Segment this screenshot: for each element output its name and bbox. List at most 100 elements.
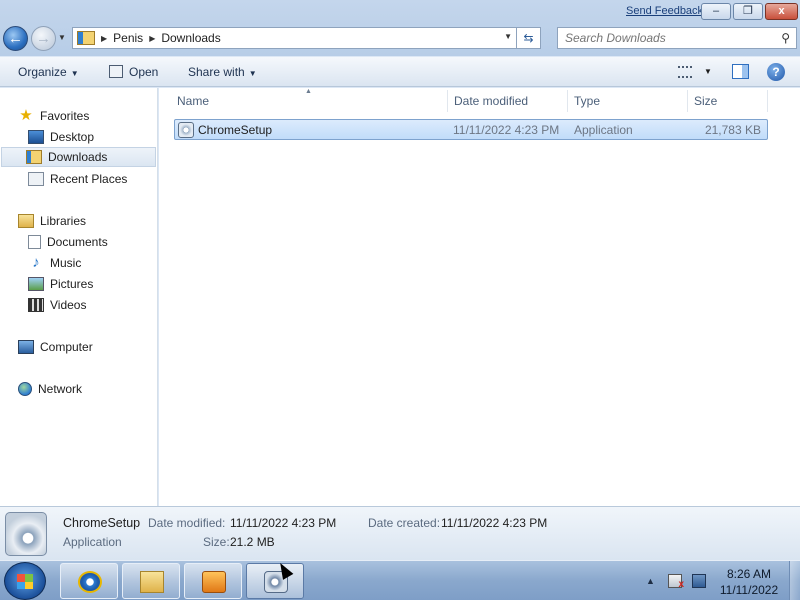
send-feedback-link[interactable]: Send Feedback — [626, 5, 703, 17]
share-with-button[interactable]: Share with ▼ — [188, 65, 257, 79]
column-divider[interactable] — [567, 90, 568, 112]
change-view-icon[interactable] — [678, 66, 692, 78]
open-label: Open — [129, 65, 159, 79]
sort-ascending-icon: ▲ — [305, 88, 312, 95]
back-arrow-icon: ← — [8, 30, 23, 47]
clock[interactable]: 8:26 AM 11/11/2022 — [716, 566, 782, 598]
organize-button[interactable]: Organize ▼ — [18, 65, 79, 79]
taskbar-internet-explorer[interactable] — [60, 563, 118, 599]
share-with-label: Share with — [188, 65, 245, 79]
nav-pictures-label: Pictures — [50, 277, 94, 291]
clock-date: 11/11/2022 — [719, 583, 779, 597]
breadcrumb-downloads[interactable]: Downloads — [161, 31, 220, 45]
libraries-icon — [18, 214, 34, 228]
file-name: ChromeSetup — [198, 123, 273, 137]
nav-music[interactable]: ♪ Music — [28, 253, 81, 273]
windows-explorer-icon — [140, 571, 164, 593]
refresh-button[interactable]: ⇆ — [516, 27, 541, 49]
chevron-down-icon: ▼ — [70, 69, 79, 78]
column-divider[interactable] — [767, 90, 768, 112]
internet-explorer-icon — [78, 571, 102, 593]
breadcrumb-penis[interactable]: Penis — [113, 31, 143, 45]
desktop-icon — [28, 130, 44, 144]
start-button[interactable] — [4, 562, 46, 600]
show-hidden-icons-icon[interactable]: ▲ — [646, 576, 655, 586]
address-bar[interactable]: ▶ Penis ▶ Downloads ▼ — [72, 27, 517, 49]
taskbar: ▲ 8:26 AM 11/11/2022 — [0, 560, 800, 600]
details-date-modified-value: 11/11/2022 4:23 PM — [230, 516, 337, 530]
back-button[interactable]: ← — [3, 26, 28, 51]
nav-desktop-label: Desktop — [50, 130, 95, 144]
windows-logo-lower-icon — [17, 582, 33, 589]
file-size: 21,783 KB — [704, 123, 761, 137]
media-player-icon — [202, 571, 226, 593]
details-file-name: ChromeSetup — [63, 516, 141, 530]
maximize-button[interactable]: ❐ — [733, 3, 763, 20]
nav-downloads[interactable]: Downloads — [1, 147, 156, 167]
open-icon — [109, 65, 123, 78]
organize-label: Organize — [18, 65, 67, 79]
view-dropdown-icon[interactable]: ▼ — [704, 67, 712, 76]
nav-network-label: Network — [38, 382, 83, 396]
refresh-icon: ⇆ — [523, 31, 534, 45]
file-list-pane: ▲ Name Date modified Type Size ChromeSet… — [159, 88, 800, 506]
recent-places-icon — [28, 172, 44, 186]
nav-music-label: Music — [50, 256, 82, 270]
column-header-type[interactable]: Type — [574, 94, 600, 108]
details-date-created-label: Date created: — [368, 516, 441, 530]
details-date-created-value: 11/11/2022 4:23 PM — [441, 516, 548, 530]
star-icon: ★ — [19, 107, 33, 124]
nav-recent-places[interactable]: Recent Places — [28, 169, 127, 189]
breadcrumb-separator-icon[interactable]: ▶ — [149, 34, 155, 43]
breadcrumb-separator-icon[interactable]: ▶ — [101, 34, 107, 43]
details-size-value: 21.2 MB — [230, 535, 275, 549]
minimize-button[interactable]: – — [701, 3, 731, 20]
taskbar-windows-explorer[interactable] — [122, 563, 180, 599]
search-box[interactable]: ⚲ — [557, 27, 797, 49]
column-header-size[interactable]: Size — [694, 94, 717, 108]
taskbar-chromesetup[interactable] — [246, 563, 304, 599]
close-button[interactable]: x — [765, 3, 798, 20]
file-row-chromesetup[interactable]: ChromeSetup 11/11/2022 4:23 PM Applicati… — [174, 119, 768, 140]
nav-desktop[interactable]: Desktop — [28, 127, 94, 147]
details-file-type: Application — [63, 535, 122, 549]
application-large-icon — [5, 512, 47, 556]
nav-libraries[interactable]: Libraries — [18, 211, 86, 231]
nav-network[interactable]: Network — [18, 379, 82, 399]
column-header-date-modified[interactable]: Date modified — [454, 94, 528, 108]
nav-documents-label: Documents — [47, 235, 108, 249]
music-icon: ♪ — [32, 254, 40, 271]
network-tray-icon[interactable] — [692, 574, 706, 588]
search-icon[interactable]: ⚲ — [781, 31, 790, 45]
recent-pages-dropdown-icon[interactable]: ▼ — [58, 33, 66, 42]
command-bar: Organize ▼ Open Share with ▼ ▼ ? — [0, 57, 800, 87]
nav-documents[interactable]: Documents — [28, 232, 108, 252]
help-icon[interactable]: ? — [767, 63, 785, 81]
column-divider[interactable] — [687, 90, 688, 112]
folder-icon — [77, 31, 95, 45]
nav-computer-label: Computer — [40, 340, 93, 354]
chevron-down-icon: ▼ — [248, 69, 257, 78]
details-date-modified-label: Date modified: — [148, 516, 226, 530]
network-icon — [18, 382, 32, 396]
clock-time: 8:26 AM — [726, 567, 772, 581]
nav-favorites[interactable]: ★ Favorites — [18, 106, 89, 126]
column-header-name[interactable]: Name — [177, 94, 209, 108]
column-divider[interactable] — [447, 90, 448, 112]
preview-pane-icon[interactable] — [732, 64, 749, 79]
open-button[interactable]: Open — [129, 65, 158, 79]
taskbar-media-player[interactable] — [184, 563, 242, 599]
show-desktop-button[interactable] — [789, 561, 800, 600]
search-input[interactable] — [565, 31, 770, 45]
forward-button[interactable]: → — [31, 26, 56, 51]
action-center-flag-icon[interactable] — [668, 574, 684, 590]
window-titlebar: Send Feedback – ❐ x ← → ▼ ▶ Penis ▶ Down… — [0, 0, 800, 56]
application-icon — [178, 122, 194, 138]
nav-computer[interactable]: Computer — [18, 337, 93, 357]
address-dropdown-icon[interactable]: ▼ — [504, 32, 512, 41]
nav-pictures[interactable]: Pictures — [28, 274, 93, 294]
file-type: Application — [574, 123, 633, 137]
computer-icon — [18, 340, 34, 354]
nav-videos[interactable]: Videos — [28, 295, 86, 315]
nav-videos-label: Videos — [50, 298, 87, 312]
